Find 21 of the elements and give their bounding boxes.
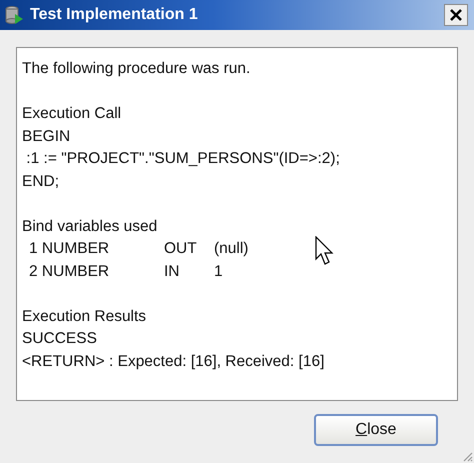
- result-line: SUCCESS: [22, 329, 98, 349]
- bind-variable-direction: IN: [164, 262, 180, 282]
- section-heading: Execution Results: [22, 306, 148, 326]
- bind-variable-value: 1: [214, 262, 223, 282]
- section-heading: Execution Call: [22, 104, 122, 124]
- resize-grip-icon[interactable]: [461, 450, 473, 462]
- window-title: Test Implementation 1: [30, 6, 199, 24]
- code-line: END;: [22, 172, 60, 192]
- bind-variable-type: 2 NUMBER: [29, 262, 110, 282]
- output-text: The following procedure was run.: [22, 59, 252, 79]
- section-heading: Bind variables used: [22, 216, 158, 236]
- close-icon[interactable]: [444, 4, 468, 26]
- mouse-pointer-icon: [315, 236, 335, 266]
- code-line: :1 := "PROJECT"."SUM_PERSONS"(ID=>:2);: [25, 149, 341, 169]
- result-line: <RETURN> : Expected: [16], Received: [16]: [22, 352, 326, 372]
- close-button[interactable]: Close: [314, 414, 438, 446]
- database-run-icon: [4, 5, 24, 25]
- bind-variable-direction: OUT: [164, 239, 198, 259]
- bind-variable-type: 1 NUMBER: [29, 239, 110, 259]
- code-line: BEGIN: [22, 126, 72, 146]
- bind-variable-value: (null): [214, 239, 248, 259]
